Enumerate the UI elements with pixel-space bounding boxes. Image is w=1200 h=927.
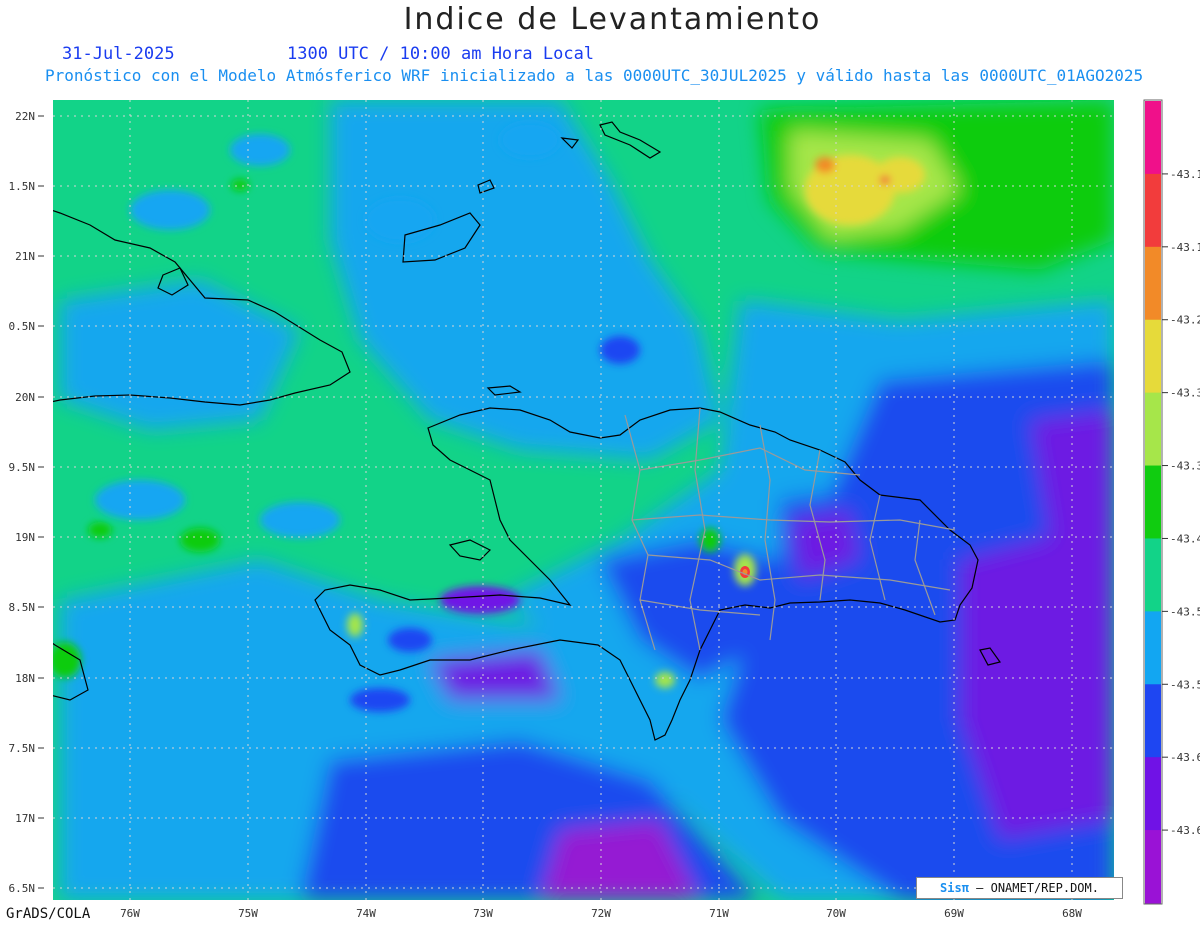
lifted-index-field xyxy=(53,100,1114,900)
colorbar-label: -43.1 xyxy=(1170,168,1200,181)
colorbar-swatch xyxy=(1145,392,1161,467)
colorbar-label: -43.2 xyxy=(1170,314,1200,327)
lat-label: 8.5N xyxy=(9,601,36,614)
latitude-axis: 22N 1.5N 21N 0.5N 20N 9.5N 19N 8.5N 18N … xyxy=(9,110,44,895)
lat-label: 6.5N xyxy=(9,882,36,895)
lat-label: 7.5N xyxy=(9,742,36,755)
colorbar-label: -43.5 xyxy=(1170,678,1200,691)
lat-label: 19N xyxy=(15,531,35,544)
lat-label: 18N xyxy=(15,672,35,685)
grads-footer: GrADS/COLA xyxy=(6,906,91,922)
colorbar: -43.1 -43.1 -43.2 -43.3 -43.3 -43.4 -43.5 -43.5… xyxy=(1143,99,1200,905)
lon-label: 73W xyxy=(473,907,493,920)
sis-logo-text: Sisπ xyxy=(940,881,969,895)
lon-label: 68W xyxy=(1062,907,1082,920)
colorbar-swatch xyxy=(1145,319,1161,394)
colorbar-label: -43.4 xyxy=(1170,532,1200,545)
lon-label: 71W xyxy=(709,907,729,920)
colorbar-label: -43.6 xyxy=(1170,751,1200,764)
colorbar-swatch xyxy=(1145,101,1161,175)
colorbar-swatch xyxy=(1145,757,1161,831)
lon-label: 74W xyxy=(356,907,376,920)
lat-label: 17N xyxy=(15,812,35,825)
colorbar-swatch xyxy=(1145,538,1161,612)
colorbar-swatch xyxy=(1145,465,1161,539)
credit-text: – ONAMET/REP.DOM. xyxy=(976,881,1099,895)
colorbar-swatch xyxy=(1145,246,1161,321)
lat-label: 20N xyxy=(15,391,35,404)
colorbar-label: -43.3 xyxy=(1170,387,1200,400)
lat-label: 9.5N xyxy=(9,461,36,474)
lat-label: 22N xyxy=(15,110,35,123)
credit-box: Sisπ – ONAMET/REP.DOM. xyxy=(916,877,1123,899)
colorbar-label: -43.3 xyxy=(1170,460,1200,473)
lat-label: 0.5N xyxy=(9,320,36,333)
colorbar-swatch xyxy=(1145,684,1161,758)
lifted-index-map: 22N 1.5N 21N 0.5N 20N 9.5N 19N 8.5N 18N … xyxy=(9,99,1200,920)
colorbar-swatch xyxy=(1145,830,1161,904)
colorbar-label: -43.6 xyxy=(1170,824,1200,837)
colorbar-label: -43.5 xyxy=(1170,605,1200,618)
lon-label: 75W xyxy=(238,907,258,920)
lon-label: 70W xyxy=(826,907,846,920)
longitude-axis: 76W 75W 74W 73W 72W 71W 70W 69W 68W xyxy=(120,907,1082,920)
colorbar-label: -43.1 xyxy=(1170,241,1200,254)
lon-label: 69W xyxy=(944,907,964,920)
colorbar-swatch xyxy=(1145,173,1161,248)
lon-label: 72W xyxy=(591,907,611,920)
lat-label: 1.5N xyxy=(9,180,36,193)
colorbar-swatch xyxy=(1145,611,1161,685)
lat-label: 21N xyxy=(15,250,35,263)
lon-label: 76W xyxy=(120,907,140,920)
